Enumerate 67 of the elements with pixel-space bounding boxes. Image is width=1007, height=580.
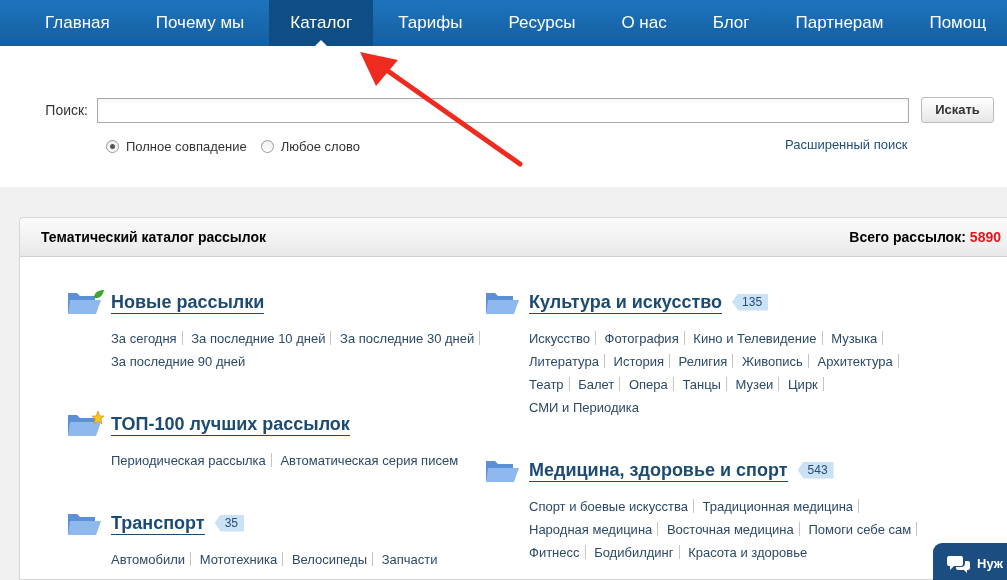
radio-button[interactable]	[106, 140, 119, 154]
subcategory-link[interactable]: За последние 90 дней	[111, 354, 246, 369]
subcategory-link[interactable]: Красота и здоровье	[688, 545, 808, 560]
chat-button[interactable]: Нуж	[933, 543, 1007, 580]
subcategory-link[interactable]: Театр	[529, 377, 564, 392]
option-label: Полное совпадение	[126, 138, 247, 156]
subcategory-link[interactable]: Восточная медицина	[666, 522, 794, 537]
subcategory-link[interactable]: Бодибилдинг	[594, 545, 674, 560]
subcategory-link[interactable]: Автоматическая серия писем	[280, 453, 459, 468]
total-label: Всего рассылок:	[849, 227, 966, 247]
subcategory-link[interactable]: За сегодня	[111, 331, 177, 346]
subcategory-link[interactable]: Архитектура	[817, 354, 893, 369]
count-badge: 35	[214, 514, 244, 532]
option-label: Любое слово	[280, 138, 360, 156]
nav-tab[interactable]: Почему мы	[134, 0, 266, 46]
folder-leaf-icon	[67, 289, 104, 315]
subcategory-link[interactable]: СМИ и Периодика	[529, 400, 639, 415]
nav-tab[interactable]: О нас	[600, 0, 688, 46]
subcategory-link[interactable]: Запчасти	[381, 552, 438, 567]
subcategory-link[interactable]: Балет	[578, 377, 615, 392]
nav-tab[interactable]: Блог	[691, 0, 771, 46]
nav-tab[interactable]: Каталог	[269, 0, 374, 46]
subcategory-link[interactable]: За последние 10 дней	[191, 331, 326, 346]
subcategory-link[interactable]: Помоги себе сам	[808, 522, 912, 537]
radio-button[interactable]	[260, 140, 274, 154]
search-label: Поиск:	[44, 100, 89, 120]
subcategory-link[interactable]: Фотография	[604, 331, 679, 346]
search-button[interactable]: Искать	[921, 97, 994, 123]
subcategory-link[interactable]: За последние 30 дней	[340, 331, 475, 346]
advanced-search-link[interactable]: Расширенный поиск	[785, 135, 908, 155]
category-link[interactable]: Новые рассылки	[111, 290, 265, 314]
nav-tab[interactable]: Тарифы	[377, 0, 484, 46]
chat-label: Нуж	[977, 555, 1003, 573]
subcategory-link[interactable]: История	[613, 354, 664, 369]
category-link[interactable]: Культура и искусство	[529, 290, 723, 314]
subcategory-link[interactable]: Традиционная медицина	[702, 499, 854, 514]
subcategory-link[interactable]: Искусство	[529, 331, 590, 346]
nav-tab[interactable]: Ресурсы	[487, 0, 597, 46]
subcategory-link[interactable]: Живопись	[742, 354, 803, 369]
category-link[interactable]: Медицина, здоровье и спорт	[529, 458, 788, 482]
subcategory-link[interactable]: Музеи	[735, 377, 774, 392]
subcategory-link[interactable]: Музыка	[831, 331, 878, 346]
subcategory-link[interactable]: Кино и Телевидение	[693, 331, 817, 346]
category-link[interactable]: Транспорт	[111, 511, 205, 535]
total-count: 5890	[969, 227, 1001, 247]
subcategory-link[interactable]: Цирк	[788, 377, 818, 392]
subcategory-link[interactable]: Велосипеды	[291, 552, 367, 567]
nav-tab[interactable]: Партнерам	[774, 0, 905, 46]
subcategory-link[interactable]: Религия	[678, 354, 728, 369]
folder-star-icon	[67, 411, 104, 437]
subcategory-link[interactable]: Танцы	[682, 377, 721, 392]
subcategory-link[interactable]: Опера	[628, 377, 668, 392]
subcategory-link[interactable]: Периодическая рассылка	[111, 453, 266, 468]
subcategory-link[interactable]: Литература	[529, 354, 599, 369]
category-link[interactable]: ТОП-100 лучших рассылок	[111, 412, 350, 436]
subcategory-link[interactable]: Мототехника	[199, 552, 278, 567]
catalog-title: Тематический каталог рассылок	[41, 227, 267, 247]
subcategory-link[interactable]: Народная медицина	[529, 522, 653, 537]
nav-tab[interactable]: Главная	[24, 0, 131, 46]
subcategory-link[interactable]: Автомобили	[111, 552, 186, 567]
subcategory-link[interactable]: Спорт и боевые искусства	[529, 499, 688, 514]
nav-tab[interactable]: Помощ	[908, 0, 1007, 46]
chat-icon	[947, 554, 971, 574]
subcategory-link[interactable]: Фитнесс	[529, 545, 580, 560]
search-field[interactable]	[97, 97, 909, 123]
count-badge: 135	[732, 293, 769, 311]
count-badge: 543	[797, 461, 834, 479]
